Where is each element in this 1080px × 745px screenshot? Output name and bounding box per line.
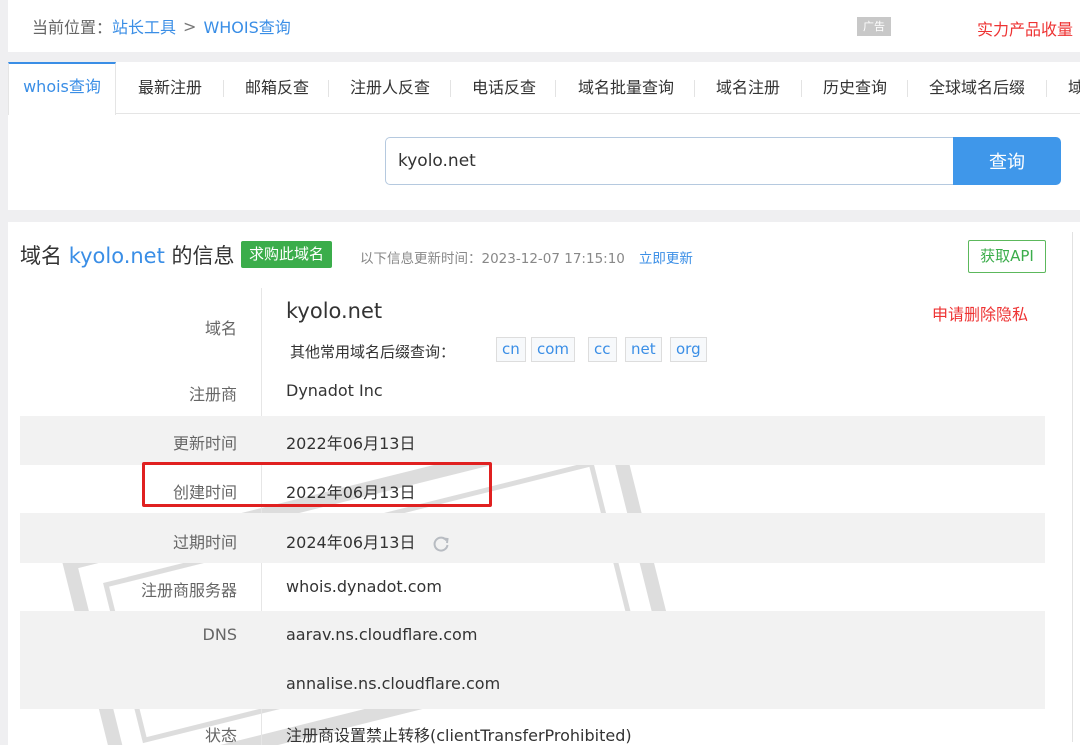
created-value: 2022年06月13日 (286, 483, 416, 502)
tab-global-suffix[interactable]: 全球域名后缀 (929, 62, 1025, 114)
suffix-net-link[interactable]: net (625, 337, 662, 362)
whois-row-domain: 域名 kyolo.net 申请删除隐私 其他常用域名后缀查询： cn com c… (20, 288, 1045, 366)
tab-divider (1046, 80, 1047, 97)
promo-link[interactable]: 实力产品收量 (977, 16, 1073, 40)
whois-row-dns: DNS aarav.ns.cloudflare.com annalise.ns.… (20, 611, 1045, 709)
search-input[interactable] (385, 137, 953, 185)
dns-label: DNS (202, 625, 237, 644)
breadcrumb-root-link[interactable]: 站长工具 (112, 14, 176, 38)
tab-batch-query[interactable]: 域名批量查询 (578, 62, 674, 114)
dns-value-2: annalise.ns.cloudflare.com (286, 674, 501, 693)
tab-divider (694, 80, 695, 97)
suffix-cn-link[interactable]: cn (496, 337, 526, 362)
expiry-value-wrap: 2024年06月13日 (286, 529, 451, 554)
info-title-domain[interactable]: kyolo.net (69, 244, 165, 268)
tab-divider (223, 80, 224, 97)
domain-value: kyolo.net (286, 299, 383, 323)
status-value: 注册商设置禁止转移(clientTransferProhibited) (286, 726, 632, 745)
updated-label: 更新时间 (172, 434, 237, 453)
suffix-com-link[interactable]: com (531, 337, 576, 362)
tab-whois[interactable]: whois查询 (8, 62, 116, 115)
tab-bar: whois查询 最新注册 邮箱反查 注册人反查 电话反查 域名批量查询 域名注册… (8, 62, 1080, 115)
expiry-value: 2024年06月13日 (286, 533, 416, 552)
whois-row-created: 创建时间 2022年06月13日 (20, 465, 1045, 513)
update-label: 以下信息更新时间： (360, 251, 482, 267)
info-title-prefix: 域名 (20, 244, 62, 268)
suffix-org-link[interactable]: org (670, 337, 707, 362)
status-label: 状态 (204, 726, 237, 745)
suffix-cc-link[interactable]: cc (588, 337, 617, 362)
update-now-link[interactable]: 立即更新 (639, 251, 693, 267)
expiry-label: 过期时间 (172, 533, 237, 552)
breadcrumb-bar: 当前位置： 站长工具 > WHOIS查询 (8, 0, 1080, 52)
registrar-server-value[interactable]: whois.dynadot.com (286, 577, 442, 596)
get-api-button[interactable]: 获取API (968, 240, 1046, 273)
tab-history-query[interactable]: 历史查询 (823, 62, 887, 114)
info-title: 域名 kyolo.net 的信息 (20, 240, 235, 270)
update-time: 2023-12-07 17:15:10 (481, 251, 625, 267)
tab-email-reverse[interactable]: 邮箱反查 (245, 62, 309, 114)
registrar-label: 注册商 (188, 385, 237, 404)
breadcrumb-current-link[interactable]: WHOIS查询 (203, 14, 290, 38)
tab-divider (450, 80, 451, 97)
updated-value: 2022年06月13日 (286, 434, 416, 453)
refresh-icon[interactable] (431, 534, 451, 554)
registrar-value: Dynadot Inc (286, 381, 383, 400)
whois-row-registrar-server: 注册商服务器 whois.dynadot.com (20, 563, 1045, 611)
delete-privacy-link[interactable]: 申请删除隐私 (932, 301, 1028, 325)
tab-domain-register[interactable]: 域名注册 (716, 62, 780, 114)
whois-row-expiry: 过期时间 2024年06月13日 (20, 513, 1045, 563)
search-panel: whois查询 最新注册 邮箱反查 注册人反查 电话反查 域名批量查询 域名注册… (8, 62, 1080, 210)
search-button[interactable]: 查询 (953, 137, 1061, 185)
dns-value-1: aarav.ns.cloudflare.com (286, 625, 478, 644)
whois-info-panel: 域名 kyolo.net 的信息 求购此域名 以下信息更新时间：2023-12-… (8, 222, 1080, 745)
whois-row-registrar: 注册商 Dynadot Inc (20, 366, 1045, 416)
suffix-label: 其他常用域名后缀查询： (290, 343, 456, 361)
info-title-suffix: 的信息 (171, 244, 235, 268)
created-label: 创建时间 (172, 483, 237, 502)
registrar-server-label: 注册商服务器 (140, 581, 237, 600)
domain-label: 域名 (204, 319, 237, 338)
tab-registrant-reverse[interactable]: 注册人反查 (350, 62, 430, 114)
tab-latest-registered[interactable]: 最新注册 (138, 62, 202, 114)
tab-phone-reverse[interactable]: 电话反查 (472, 62, 536, 114)
update-info: 以下信息更新时间：2023-12-07 17:15:10 立即更新 (360, 247, 693, 267)
tab-divider (328, 80, 329, 97)
whois-row-updated: 更新时间 2022年06月13日 (20, 416, 1045, 465)
scrollbar-edge (1072, 232, 1080, 742)
tab-divider (555, 80, 556, 97)
breadcrumb-prefix: 当前位置： (32, 18, 113, 37)
tab-divider (907, 80, 908, 97)
whois-row-status: 状态 注册商设置禁止转移(clientTransferProhibited) (20, 709, 1045, 745)
tab-overflow[interactable]: 域 (1068, 62, 1080, 114)
breadcrumb-separator: > (183, 16, 197, 36)
buy-domain-button[interactable]: 求购此域名 (241, 241, 333, 268)
tab-divider (801, 80, 802, 97)
ad-badge: 广告 (857, 17, 891, 36)
